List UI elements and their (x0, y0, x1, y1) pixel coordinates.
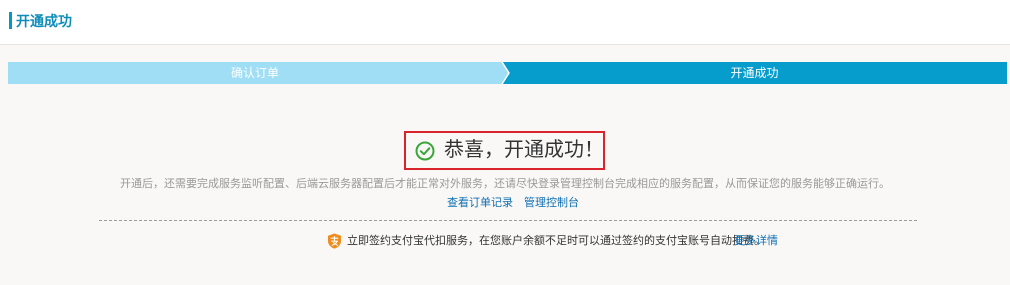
main-panel: 确认订单 开通成功 恭喜，开通成功！ 开通后，还需要完成服务监听配置、后端云服务… (0, 45, 1010, 285)
page-header: 开通成功 (0, 0, 1010, 45)
check-circle-icon (415, 141, 435, 161)
success-message-box: 恭喜，开通成功！ (404, 131, 605, 170)
step-confirm-order: 确认订单 (230, 66, 279, 80)
dashed-divider (99, 220, 917, 221)
title-accent-bar (9, 12, 12, 29)
progress-steps: 确认订单 开通成功 (8, 62, 1007, 84)
console-link[interactable]: 管理控制台 (524, 197, 579, 209)
page-title: 开通成功 (16, 13, 72, 29)
success-message: 恭喜，开通成功！ (444, 139, 604, 161)
alipay-shield-icon (328, 233, 341, 249)
more-details-link[interactable]: 更多详情 (734, 233, 778, 249)
activation-description: 开通后，还需要完成服务监听配置、后端云服务器配置后才能正常对外服务，还请尽快登录… (120, 178, 890, 190)
view-orders-link[interactable]: 查看订单记录 (447, 197, 513, 209)
step-activation-success: 开通成功 (730, 66, 779, 80)
result-links: 查看订单记录 管理控制台 (447, 196, 579, 210)
alipay-promo-text: 立即签约支付宝代扣服务，在您账户余额不足时可以通过签约的支付宝账号自动扣费。 (347, 235, 765, 247)
